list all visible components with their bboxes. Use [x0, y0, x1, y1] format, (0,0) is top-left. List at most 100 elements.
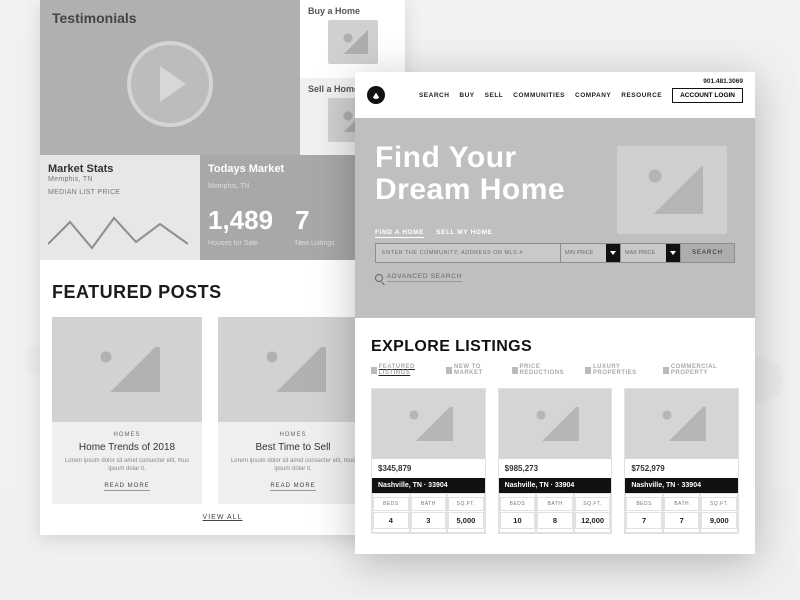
filter-featured[interactable]: FEATURED LISTINGS: [371, 364, 434, 376]
filter-commercial[interactable]: COMMERCIAL PROPERTY: [663, 364, 739, 376]
stat-header: BEDS: [500, 497, 536, 511]
image-placeholder-icon: [499, 389, 612, 459]
tile-buy-home[interactable]: Buy a Home: [300, 0, 405, 78]
chevron-down-icon: [606, 244, 620, 262]
market-stats-caption: MEDIAN LIST PRICE: [48, 189, 192, 196]
chevron-down-icon: [666, 244, 680, 262]
featured-posts-section: FEATURED POSTS HOMES Home Trends of 2018…: [40, 260, 405, 535]
stat-sqft: 12,000: [575, 512, 611, 529]
stat-header: BATH: [411, 497, 447, 511]
sparkline-chart-icon: [48, 214, 188, 254]
stat-bath: 3: [411, 512, 447, 529]
explore-section: EXPLORE LISTINGS FEATURED LISTINGS NEW T…: [355, 318, 755, 554]
stat-header: BATH: [664, 497, 700, 511]
image-placeholder-icon: [52, 317, 202, 422]
market-stats-title: Market Stats: [48, 163, 192, 175]
view-all-link[interactable]: VIEW ALL: [52, 514, 393, 521]
tile-buy-label: Buy a Home: [308, 6, 397, 16]
listing-price: $985,273: [499, 459, 612, 478]
stat-houses-label: Houses for Sale: [208, 240, 273, 247]
listing-card[interactable]: $752,979 Nashville, TN · 33904 BEDS7 BAT…: [624, 388, 739, 534]
search-button[interactable]: SEARCH: [680, 244, 734, 262]
list-icon: [371, 367, 377, 374]
post-desc: Lorem ipsum dolor sit amet consecter eli…: [62, 457, 192, 474]
post-desc: Lorem ipsum dolor sit amet consecter eli…: [228, 457, 358, 474]
tab-sell-home[interactable]: SELL MY HOME: [436, 229, 492, 238]
stat-header: BATH: [537, 497, 573, 511]
stat-bath: 8: [537, 512, 573, 529]
filter-luxury[interactable]: LUXURY PROPERTIES: [585, 364, 651, 376]
stat-sqft: 5,000: [448, 512, 484, 529]
testimonials-panel: Testimonials: [40, 0, 300, 155]
hero-line2: Dream Home: [375, 173, 565, 206]
nav-company[interactable]: COMPANY: [575, 92, 611, 99]
stat-header: SQ.FT.: [701, 497, 737, 511]
nav-buy[interactable]: BUY: [459, 92, 474, 99]
search-input[interactable]: ENTER THE COMMUNITY, ADDRESS OR MLS #: [376, 244, 560, 262]
play-ring-icon: [127, 41, 213, 127]
stat-beds: 10: [500, 512, 536, 529]
nav-sell[interactable]: SELL: [485, 92, 504, 99]
logo-icon[interactable]: [367, 86, 385, 104]
image-placeholder-icon: [328, 20, 378, 64]
hero: Find Your Dream Home FIND A HOME SELL MY…: [355, 118, 755, 318]
tag-icon: [512, 367, 518, 374]
image-placeholder-icon: [617, 146, 727, 234]
min-price-label: MIN PRICE: [565, 250, 593, 256]
stat-beds: 4: [373, 512, 409, 529]
listing-location: Nashville, TN · 33904: [625, 478, 738, 493]
explore-heading: EXPLORE LISTINGS: [371, 338, 739, 356]
hero-line1: Find Your: [375, 141, 517, 174]
search-icon: [375, 274, 383, 282]
read-more-link[interactable]: READ MORE: [270, 483, 315, 491]
max-price-select[interactable]: MAX PRICE: [620, 244, 680, 262]
min-price-select[interactable]: MIN PRICE: [560, 244, 620, 262]
post-title: Home Trends of 2018: [62, 442, 192, 453]
play-button[interactable]: [127, 41, 213, 127]
header-phone: 901.481.3069: [703, 78, 743, 85]
listing-price: $752,979: [625, 459, 738, 478]
post-title: Best Time to Sell: [228, 442, 358, 453]
stat-header: BEDS: [626, 497, 662, 511]
nav-search[interactable]: SEARCH: [419, 92, 449, 99]
max-price-label: MAX PRICE: [625, 250, 655, 256]
filter-new[interactable]: NEW TO MARKET: [446, 364, 500, 376]
image-placeholder-icon: [372, 389, 485, 459]
back-mockup: Testimonials Buy a Home Sell a Home Mark…: [40, 0, 405, 535]
stat-newlistings-label: New Listings: [295, 240, 335, 247]
stat-newlistings-value: 7: [295, 205, 335, 236]
post-category: HOMES: [62, 432, 192, 438]
advanced-search-link[interactable]: ADVANCED SEARCH: [375, 273, 735, 282]
filter-reductions[interactable]: PRICE REDUCTIONS: [512, 364, 573, 376]
listing-location: Nashville, TN · 33904: [499, 478, 612, 493]
tab-find-home[interactable]: FIND A HOME: [375, 229, 424, 238]
post-card[interactable]: HOMES Best Time to Sell Lorem ipsum dolo…: [218, 317, 368, 504]
stat-houses-value: 1,489: [208, 205, 273, 236]
account-login-button[interactable]: ACCOUNT LOGIN: [672, 88, 743, 103]
nav-communities[interactable]: COMMUNITIES: [513, 92, 565, 99]
listing-filters: FEATURED LISTINGS NEW TO MARKET PRICE RE…: [371, 364, 739, 376]
post-card[interactable]: HOMES Home Trends of 2018 Lorem ipsum do…: [52, 317, 202, 504]
image-placeholder-icon: [218, 317, 368, 422]
diamond-icon: [585, 367, 591, 374]
stat-header: BEDS: [373, 497, 409, 511]
search-bar: ENTER THE COMMUNITY, ADDRESS OR MLS # MI…: [375, 243, 735, 263]
market-stats-location: Memphis, TN: [48, 176, 192, 183]
nav-resource[interactable]: RESOURCE: [621, 92, 662, 99]
star-icon: [446, 367, 452, 374]
market-stats-panel: Market Stats Memphis, TN MEDIAN LIST PRI…: [40, 155, 200, 260]
building-icon: [663, 367, 669, 374]
listing-price: $345,879: [372, 459, 485, 478]
post-category: HOMES: [228, 432, 358, 438]
read-more-link[interactable]: READ MORE: [104, 483, 149, 491]
advanced-search-label: ADVANCED SEARCH: [387, 273, 462, 282]
stat-header: SQ.FT.: [575, 497, 611, 511]
listing-card[interactable]: $985,273 Nashville, TN · 33904 BEDS10 BA…: [498, 388, 613, 534]
stat-beds: 7: [626, 512, 662, 529]
featured-posts-heading: FEATURED POSTS: [52, 282, 393, 303]
top-bar: SEARCH BUY SELL COMMUNITIES COMPANY RESO…: [355, 72, 755, 118]
listing-location: Nashville, TN · 33904: [372, 478, 485, 493]
top-nav: SEARCH BUY SELL COMMUNITIES COMPANY RESO…: [419, 88, 743, 103]
listing-card[interactable]: $345,879 Nashville, TN · 33904 BEDS4 BAT…: [371, 388, 486, 534]
image-placeholder-icon: [625, 389, 738, 459]
